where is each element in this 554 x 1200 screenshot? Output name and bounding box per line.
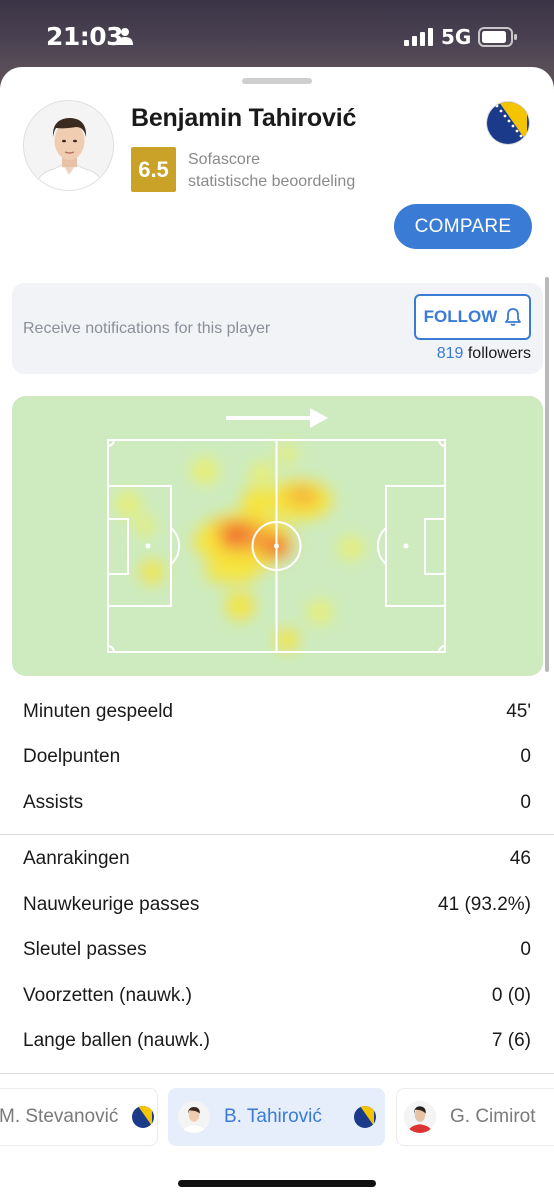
heatmap-pitch [12,396,543,676]
stat-value: 46 [509,848,531,869]
stat-label: Nauwkeurige passes [23,894,200,915]
player-tab-label: M. Stevanović [0,1106,119,1127]
scrollbar[interactable] [545,277,549,672]
followers-number: 819 [436,345,464,362]
person-icon [117,28,133,45]
stat-value: 0 [520,792,531,813]
compare-button[interactable]: COMPARE [394,204,532,249]
stat-value: 41 (93.2%) [438,894,531,915]
followers-count: 819 followers [437,345,531,363]
stat-label: Doelpunten [23,746,121,767]
follow-button[interactable]: FOLLOW [414,294,531,340]
signal-icon [404,28,433,46]
stat-label: Aanrakingen [23,848,130,869]
player-avatar [178,1101,210,1133]
bosnia-flag-icon [132,1106,155,1128]
status-bar: 21:03 5G [0,0,554,70]
stat-row: Minuten gespeeld 45' [23,697,531,727]
stat-row: Nauwkeurige passes 41 (93.2%) [23,890,531,920]
stat-value: 7 (6) [491,1030,531,1051]
notification-text: Receive notifications for this player [23,320,271,337]
stat-label: Assists [23,792,84,813]
notification-card: Receive notifications for this player FO… [12,283,543,374]
bosnia-flag-icon [486,101,530,145]
followers-label: followers [467,345,531,362]
stat-row: Doelpunten 0 [23,742,531,772]
player-tab-stevanovic[interactable]: M. Stevanović [0,1088,158,1146]
stat-label: Sleutel passes [23,939,147,960]
player-tab-label: G. Cimirot [450,1106,536,1127]
player-avatar [23,100,114,191]
stat-row: Lange ballen (nauwk.) 7 (6) [23,1026,531,1056]
player-tabs: M. Stevanović B. Tahirović G. Cimirot [0,1088,554,1148]
player-tab-cimirot[interactable]: G. Cimirot [396,1088,554,1146]
home-indicator[interactable] [178,1180,376,1187]
rating-badge: 6.5 [131,147,176,192]
stat-label: Voorzetten (nauwk.) [23,985,192,1006]
sheet-grabber[interactable] [242,78,312,84]
bosnia-flag-icon [354,1106,376,1128]
rating-source-name: Sofascore [188,151,261,168]
stat-row: Assists 0 [23,788,531,818]
stat-value: 0 [520,939,531,960]
stats-divider [0,1073,554,1074]
player-tab-label: B. Tahirović [224,1106,322,1127]
stat-label: Lange ballen (nauwk.) [23,1030,210,1051]
battery-icon [478,27,517,47]
stat-label: Minuten gespeeld [23,701,173,722]
player-sheet: Benjamin Tahirović 6.5 Sofascore statist… [0,67,554,1200]
rating-source-desc: statistische beoordeling [188,173,356,190]
player-name: Benjamin Tahirović [131,104,357,132]
stat-value: 0 (0) [491,985,531,1006]
stat-value: 45' [506,701,531,722]
network-label: 5G [441,25,472,49]
follow-label: FOLLOW [423,307,498,326]
player-avatar [404,1101,436,1133]
stat-value: 0 [520,746,531,767]
bell-icon [505,308,522,326]
rating-source: Sofascore statistische beoordeling [188,149,355,193]
stats-divider [0,834,554,835]
status-time: 21:03 [46,22,124,51]
stat-row: Aanrakingen 46 [23,844,531,874]
stat-row: Sleutel passes 0 [23,935,531,965]
player-tab-tahirovic[interactable]: B. Tahirović [168,1088,385,1146]
stat-row: Voorzetten (nauwk.) 0 (0) [23,981,531,1011]
